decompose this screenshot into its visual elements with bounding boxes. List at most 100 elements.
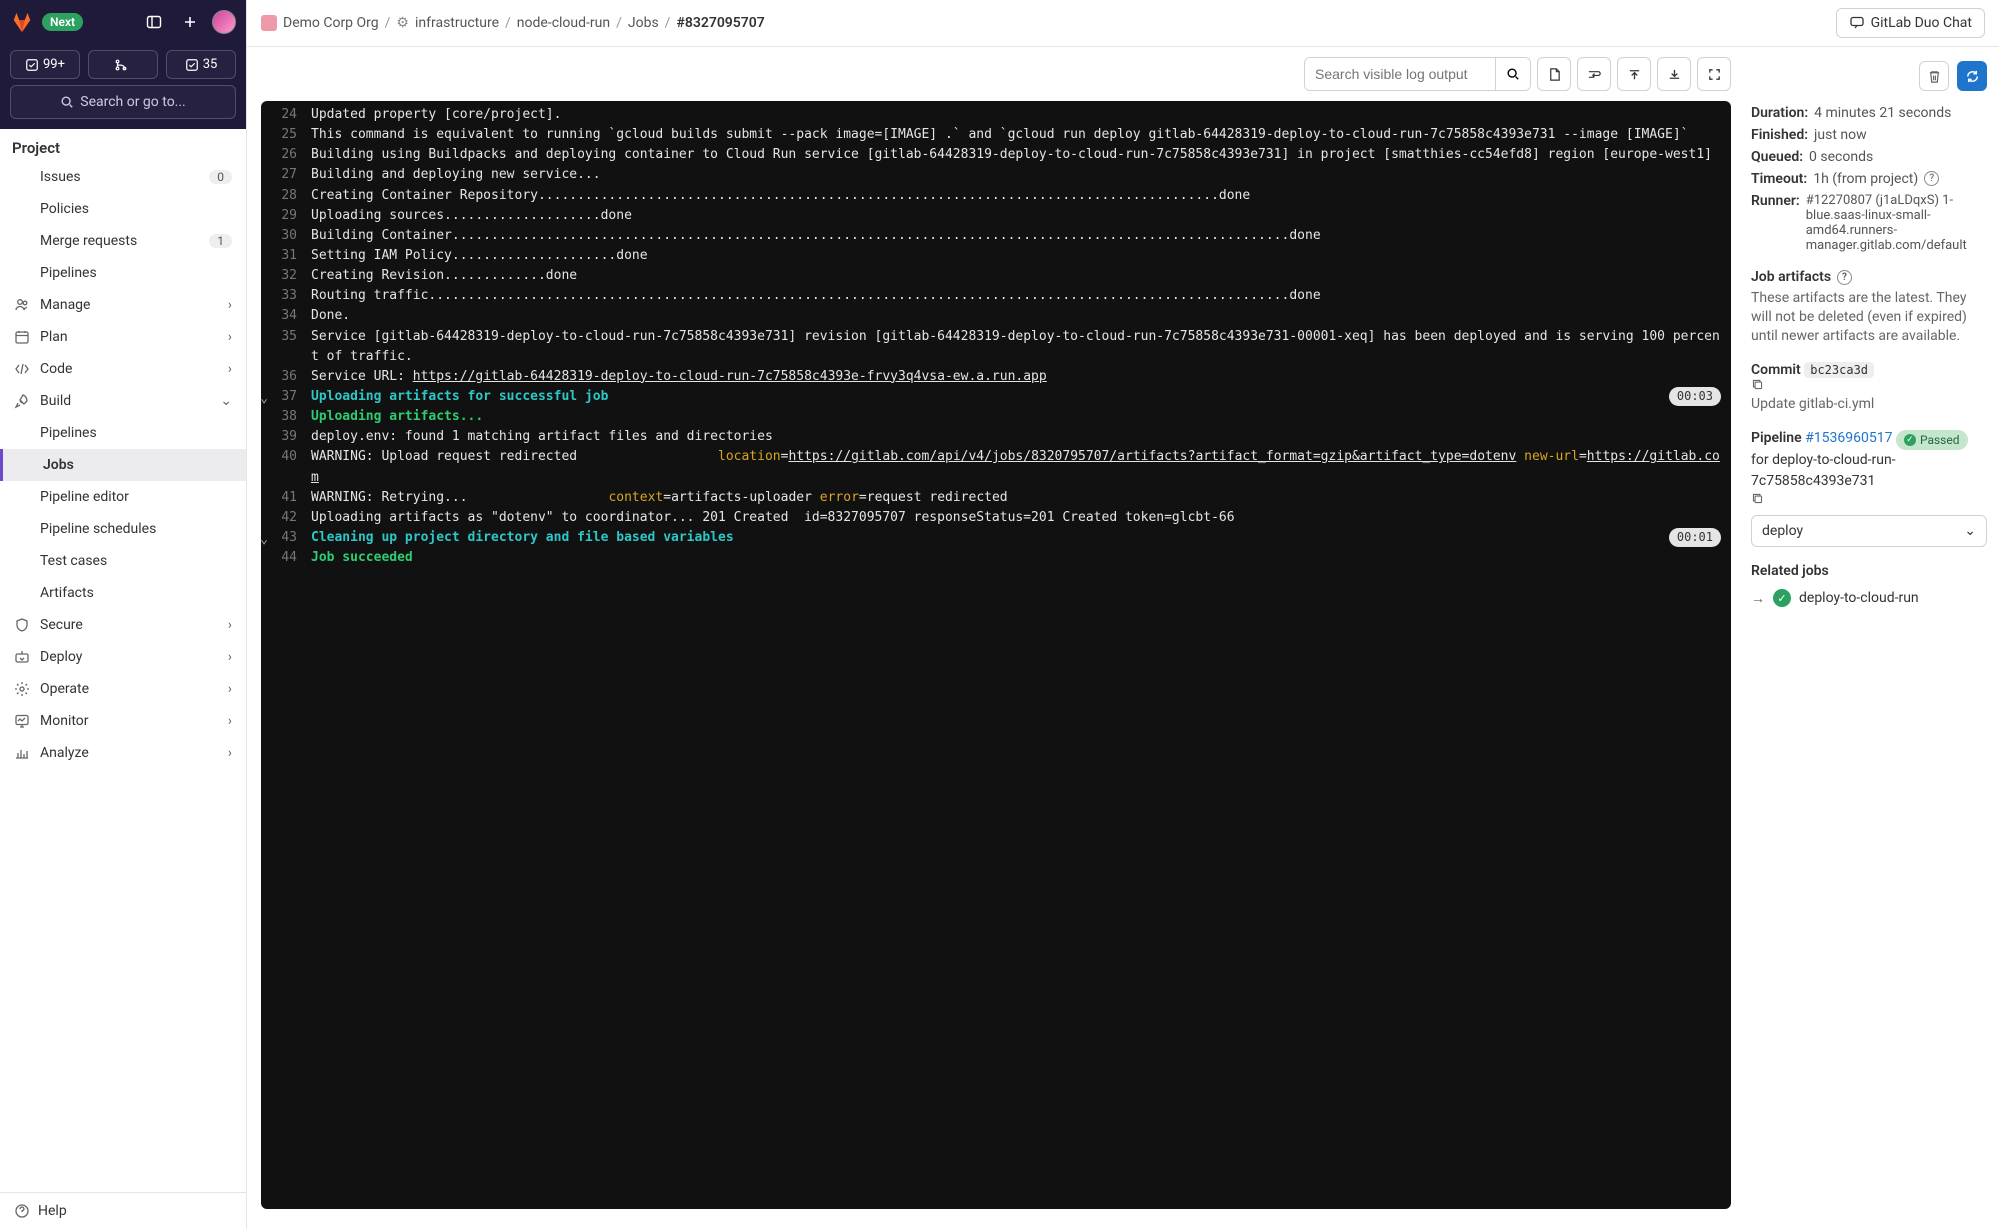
search-icon xyxy=(1506,67,1520,81)
help-icon[interactable]: ? xyxy=(1837,270,1852,285)
log-link[interactable]: https://gitlab.com/api/v4/jobs/832079570… xyxy=(788,449,1516,464)
line-content: Cleaning up project directory and file b… xyxy=(311,528,1661,548)
sidebar-item-issues[interactable]: Issues0 xyxy=(0,161,246,193)
log-line: 44Job succeeded xyxy=(261,548,1731,568)
search-label: Search or go to... xyxy=(80,94,186,110)
merge-count-button[interactable] xyxy=(88,50,158,79)
job-log: 24Updated property [core/project].25This… xyxy=(261,101,1731,1209)
duo-chat-button[interactable]: GitLab Duo Chat xyxy=(1836,8,1985,38)
copy-icon[interactable] xyxy=(1751,378,1987,391)
chevron-right-icon: › xyxy=(228,649,232,665)
gear-icon xyxy=(14,681,30,697)
sidebar-item-operate[interactable]: Operate› xyxy=(0,673,246,705)
download-raw-button[interactable] xyxy=(1537,57,1571,91)
expand-icon xyxy=(1707,67,1722,82)
erase-job-button[interactable] xyxy=(1919,61,1949,91)
search-button[interactable]: Search or go to... xyxy=(10,85,236,119)
finished-label: Finished: xyxy=(1751,127,1808,143)
shield-icon xyxy=(14,617,30,633)
pipeline-for: for deploy-to-cloud-run-7c75858c4393e731 xyxy=(1751,452,1896,489)
avatar[interactable] xyxy=(212,10,236,34)
log-line: ⌄43Cleaning up project directory and fil… xyxy=(261,528,1731,548)
sidebar-item-deploy[interactable]: Deploy› xyxy=(0,641,246,673)
log-line: 38Uploading artifacts... xyxy=(261,407,1731,427)
log-line: 30Building Container....................… xyxy=(261,226,1731,246)
line-number: 38 xyxy=(271,407,311,427)
sidebar-item-build[interactable]: Build⌄ xyxy=(0,385,246,417)
trash-icon xyxy=(1927,69,1942,84)
stage-select[interactable]: deploy ⌄ xyxy=(1751,515,1987,547)
org-avatar-icon xyxy=(261,15,277,31)
sidebar-item-build-editor[interactable]: Pipeline editor xyxy=(0,481,246,513)
sidebar-item-build-jobs[interactable]: Jobs xyxy=(0,449,246,481)
sidebar-item-secure[interactable]: Secure› xyxy=(0,609,246,641)
line-content: Service [gitlab-64428319-deploy-to-cloud… xyxy=(311,327,1721,367)
help-icon[interactable]: ? xyxy=(1924,171,1939,186)
review-count-button[interactable]: 35 xyxy=(166,50,236,79)
document-icon xyxy=(1547,67,1562,82)
sidebar-help[interactable]: Help xyxy=(0,1192,246,1229)
sidebar-item-merge-requests[interactable]: Merge requests1 xyxy=(0,225,246,257)
sidebar-item-code[interactable]: Code› xyxy=(0,353,246,385)
crumb-group[interactable]: infrastructure xyxy=(415,15,499,31)
users-icon xyxy=(14,297,30,313)
pipeline-link[interactable]: #1536960517 xyxy=(1805,430,1892,446)
scroll-bottom-button[interactable] xyxy=(1657,57,1691,91)
plus-icon[interactable] xyxy=(176,8,204,36)
copy-icon[interactable] xyxy=(1751,492,1987,505)
chat-icon xyxy=(1849,15,1865,31)
todos-count-button[interactable]: 99+ xyxy=(10,50,80,79)
runner-value: #12270807 (j1aLDqxS) 1-blue.saas-linux-s… xyxy=(1806,193,1987,253)
review-count: 35 xyxy=(203,57,218,72)
line-content: Building Container......................… xyxy=(311,226,1721,246)
log-line: 34Done. xyxy=(261,306,1731,326)
crumb-section[interactable]: Jobs xyxy=(628,15,659,31)
related-job-item[interactable]: → ✓ deploy-to-cloud-run xyxy=(1751,589,1987,607)
sidebar-item-build-artifacts[interactable]: Artifacts xyxy=(0,577,246,609)
line-content: Creating Revision.............done xyxy=(311,266,1721,286)
sidebar-panel-icon[interactable] xyxy=(140,8,168,36)
chevron-down-icon: ⌄ xyxy=(1964,523,1976,539)
crumb-project[interactable]: node-cloud-run xyxy=(517,15,610,31)
collapse-icon[interactable]: ⌄ xyxy=(261,389,271,409)
sidebar-item-monitor[interactable]: Monitor› xyxy=(0,705,246,737)
line-number: 35 xyxy=(271,327,311,347)
scroll-top-button[interactable] xyxy=(1617,57,1651,91)
sidebar-item-build-pipelines[interactable]: Pipelines xyxy=(0,417,246,449)
collapse-icon[interactable]: ⌄ xyxy=(261,530,271,550)
line-number: 42 xyxy=(271,508,311,528)
sidebar-item-pipelines[interactable]: Pipelines xyxy=(0,257,246,289)
crumb-org[interactable]: Demo Corp Org xyxy=(283,15,379,31)
log-link[interactable]: https://gitlab-64428319-deploy-to-cloud-… xyxy=(413,369,1047,384)
sidebar-item-plan[interactable]: Plan› xyxy=(0,321,246,353)
line-number: 31 xyxy=(271,246,311,266)
scroll-to-button[interactable] xyxy=(1577,57,1611,91)
gitlab-logo-icon[interactable] xyxy=(10,10,34,34)
finished-value: just now xyxy=(1814,127,1867,143)
line-number: 40 xyxy=(271,447,311,467)
todos-count: 99+ xyxy=(43,57,65,72)
line-number: 39 xyxy=(271,427,311,447)
line-number: 43 xyxy=(271,528,311,548)
sidebar-item-build-schedules[interactable]: Pipeline schedules xyxy=(0,513,246,545)
log-line: 26Building using Buildpacks and deployin… xyxy=(261,145,1731,165)
log-search-submit[interactable] xyxy=(1495,58,1530,90)
expand-button[interactable] xyxy=(1697,57,1731,91)
line-number: 32 xyxy=(271,266,311,286)
line-content: Uploading artifacts as "dotenv" to coord… xyxy=(311,508,1721,528)
sidebar-item-policies[interactable]: Policies xyxy=(0,193,246,225)
line-number: 28 xyxy=(271,186,311,206)
commit-sha[interactable]: bc23ca3d xyxy=(1804,362,1874,378)
sidebar-item-build-tests[interactable]: Test cases xyxy=(0,545,246,577)
log-line: 33Routing traffic.......................… xyxy=(261,286,1731,306)
wrap-icon xyxy=(1587,67,1602,82)
sidebar-item-manage[interactable]: Manage› xyxy=(0,289,246,321)
related-job-name: deploy-to-cloud-run xyxy=(1799,590,1919,606)
log-search-input[interactable] xyxy=(1305,58,1495,90)
sidebar-item-analyze[interactable]: Analyze› xyxy=(0,737,246,769)
log-line: 31Setting IAM Policy....................… xyxy=(261,246,1731,266)
log-line: 40WARNING: Upload request redirected loc… xyxy=(261,447,1731,487)
retry-job-button[interactable] xyxy=(1957,61,1987,91)
line-number: 44 xyxy=(271,548,311,568)
related-jobs-heading: Related jobs xyxy=(1751,563,1987,579)
